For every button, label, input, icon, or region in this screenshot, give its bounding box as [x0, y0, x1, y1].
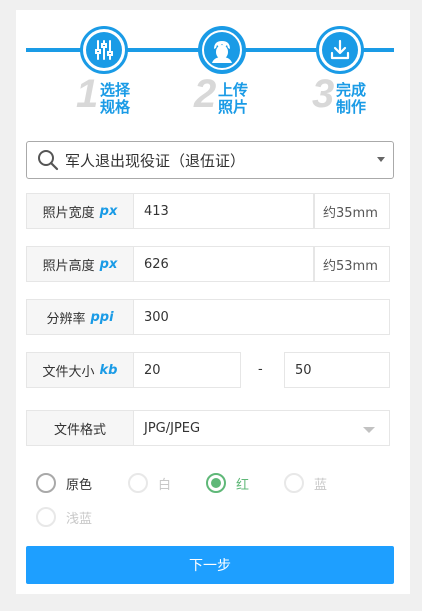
size-label: 文件大小 kb [26, 352, 134, 388]
caret-down-icon [377, 157, 385, 162]
size-max-input[interactable]: 50 [284, 352, 390, 388]
step-2-number: 2 [194, 72, 217, 116]
size-separator: - [258, 362, 263, 377]
step-2-label: 上传 照片 [218, 81, 249, 116]
step-3-label: 完成 制作 [336, 81, 367, 116]
color-radio-original[interactable]: 原色 [36, 473, 92, 493]
step-3-circle [316, 26, 364, 74]
spec-select[interactable]: 军人退出现役证（退伍证） [26, 141, 394, 179]
step-3-number: 3 [312, 72, 335, 116]
format-select[interactable]: JPG/JPEG [134, 410, 390, 446]
step-1-number: 1 [76, 72, 99, 116]
format-value: JPG/JPEG [144, 420, 201, 436]
format-row: 文件格式 JPG/JPEG [26, 410, 390, 446]
width-mm: 约35mm [314, 193, 390, 229]
height-input[interactable]: 626 [134, 246, 314, 282]
step-1: 1 选择 规格 [54, 26, 154, 126]
radio-icon [128, 473, 148, 493]
search-icon [38, 150, 59, 171]
height-mm: 约53mm [314, 246, 390, 282]
dpi-input[interactable]: 300 [134, 299, 390, 335]
spec-select-value: 军人退出现役证（退伍证） [65, 151, 246, 170]
card: 1 选择 规格 2 上传 照片 3 完成 制作 军人退出现役证（退伍证） 照片宽… [16, 10, 410, 594]
color-radio-white[interactable]: 白 [128, 473, 171, 493]
dpi-row: 分辨率 ppi 300 [26, 299, 390, 335]
radio-checked-icon [206, 473, 226, 493]
size-row: 文件大小 kb 20 - 50 [26, 352, 390, 388]
width-row: 照片宽度 px 413 约35mm [26, 193, 390, 229]
step-1-circle [80, 26, 128, 74]
height-label: 照片高度 px [26, 246, 134, 282]
radio-icon [284, 473, 304, 493]
download-icon [330, 39, 350, 60]
color-radio-light-blue[interactable]: 浅蓝 [36, 507, 92, 527]
step-2-circle [198, 26, 246, 74]
dpi-label: 分辨率 ppi [26, 299, 134, 335]
height-row: 照片高度 px 626 约53mm [26, 246, 390, 282]
step-2: 2 上传 照片 [172, 26, 272, 126]
format-label: 文件格式 [26, 410, 134, 446]
color-radio-blue[interactable]: 蓝 [284, 473, 327, 493]
step-progress: 1 选择 规格 2 上传 照片 3 完成 制作 [16, 10, 410, 130]
sliders-icon [95, 40, 113, 60]
next-step-button[interactable]: 下一步 [26, 546, 394, 584]
width-input[interactable]: 413 [134, 193, 314, 229]
portrait-icon [212, 41, 232, 63]
size-min-input[interactable]: 20 [134, 352, 241, 388]
width-label: 照片宽度 px [26, 193, 134, 229]
step-3: 3 完成 制作 [290, 26, 390, 126]
radio-icon [36, 473, 56, 493]
caret-down-icon [363, 427, 375, 433]
color-radio-red[interactable]: 红 [206, 473, 249, 493]
radio-icon [36, 507, 56, 527]
step-1-label: 选择 规格 [100, 81, 131, 116]
